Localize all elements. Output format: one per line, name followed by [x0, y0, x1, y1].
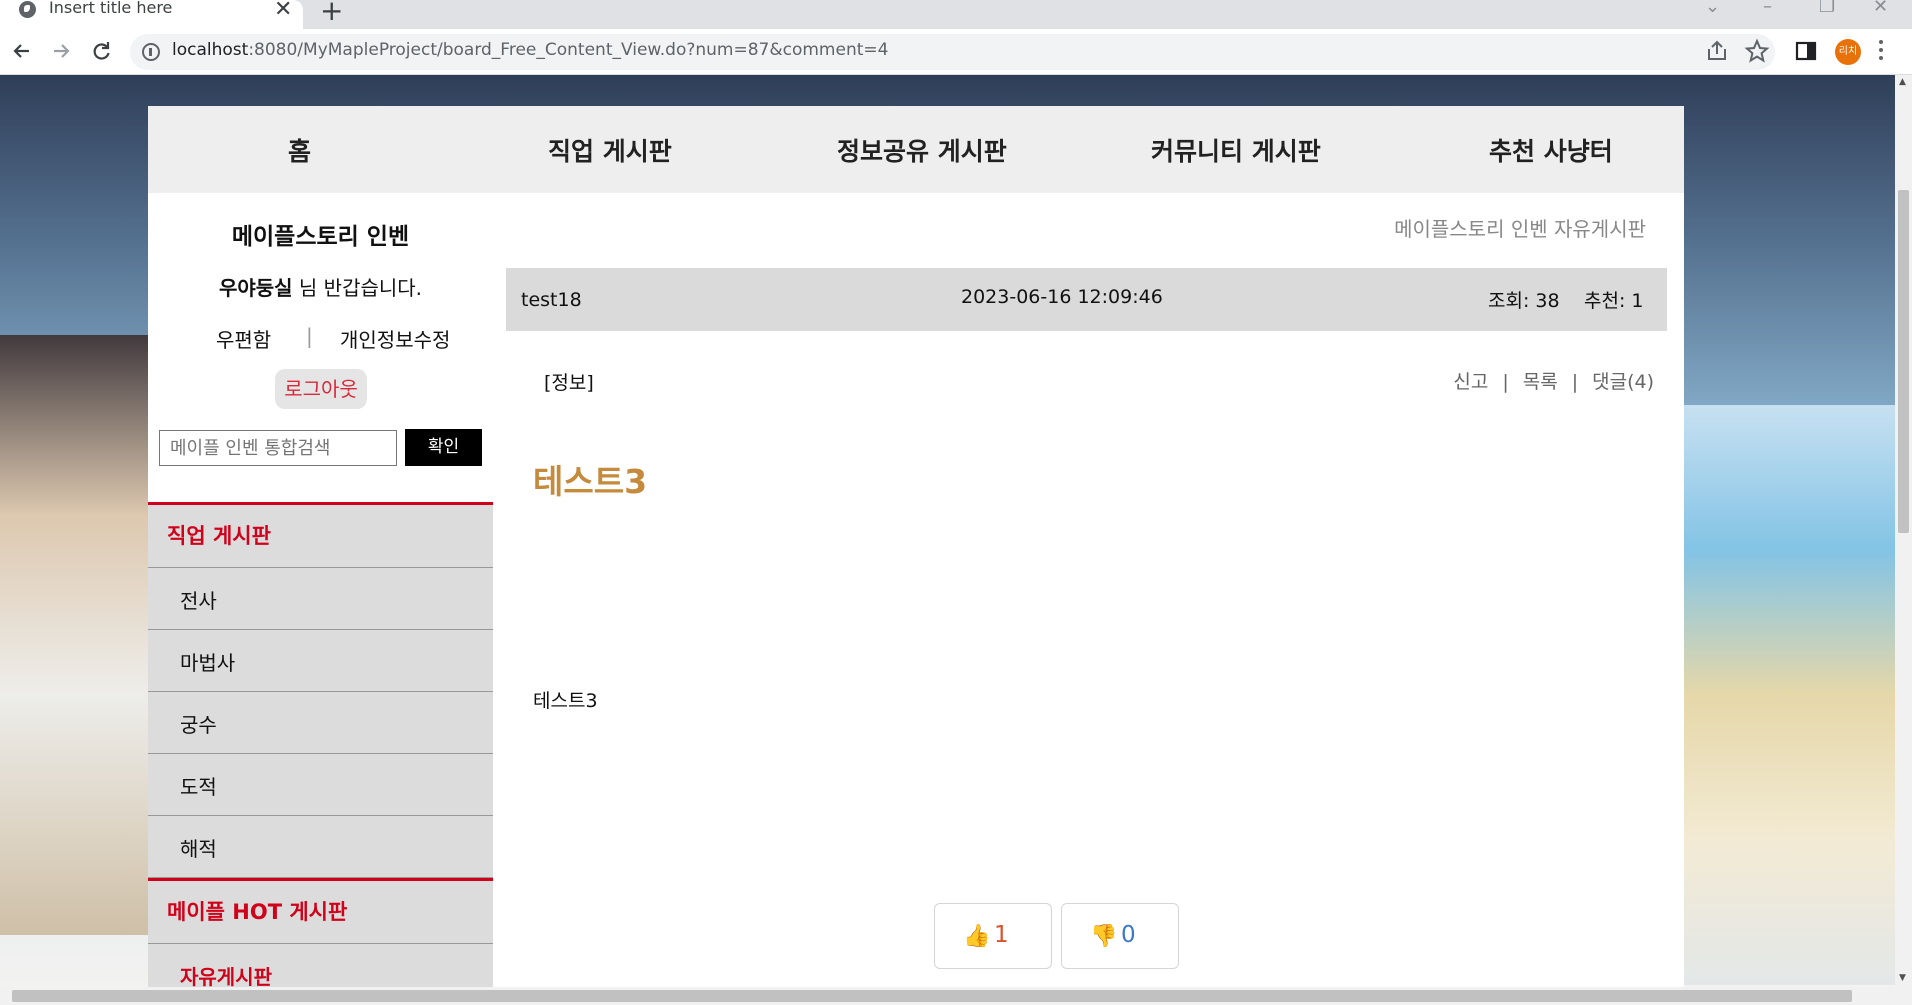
comments-link[interactable]: 댓글(4) — [1592, 371, 1654, 393]
menu-item-thief[interactable]: 도적 — [148, 754, 493, 816]
browser-tab[interactable]: Insert title here ✕ — [0, 0, 303, 29]
site-info-icon[interactable] — [142, 43, 160, 61]
upvote-count: 1 — [994, 922, 1009, 948]
tab-title: Insert title here — [49, 0, 173, 17]
username: 우야둥실 — [218, 276, 293, 300]
post-category: [정보] — [544, 372, 594, 394]
search-button[interactable]: 확인 — [405, 429, 482, 466]
back-icon[interactable] — [8, 37, 36, 65]
post-title: 테스트3 — [533, 462, 648, 501]
user-greeting: 우야둥실 님 반갑습니다. — [148, 272, 493, 301]
link-separator: | — [306, 324, 313, 348]
main-nav: 홈 직업 게시판 정보공유 게시판 커뮤니티 게시판 추천 사냥터 — [148, 106, 1684, 193]
search-input[interactable] — [159, 430, 397, 466]
menu-item-free-board[interactable]: 자유게시판 — [148, 944, 493, 987]
url-path: :8080/MyMapleProject/board_Free_Content_… — [248, 40, 889, 60]
greeting-text: 님 반갑습니다. — [292, 276, 423, 300]
vertical-scrollbar[interactable]: ▲ ▼ — [1895, 75, 1912, 987]
post-author: test18 — [521, 289, 582, 311]
browser-tab-strip: Insert title here ✕ + ⌄ – ❐ ✕ — [0, 0, 1912, 29]
action-separator: | — [1571, 371, 1579, 393]
menu-job-board[interactable]: 직업 게시판 — [148, 502, 493, 568]
menu-hot-board[interactable]: 메이플 HOT 게시판 — [148, 878, 493, 944]
side-panel-icon[interactable] — [1792, 37, 1820, 65]
nav-job-board[interactable]: 직업 게시판 — [548, 132, 672, 168]
menu-item-archer[interactable]: 궁수 — [148, 692, 493, 754]
browser-toolbar: localhost:8080/MyMapleProject/board_Free… — [0, 29, 1912, 75]
logout-button[interactable]: 로그아웃 — [275, 369, 367, 409]
report-link[interactable]: 신고 — [1453, 371, 1488, 393]
menu-item-pirate[interactable]: 해적 — [148, 816, 493, 878]
list-link[interactable]: 목록 — [1523, 371, 1558, 393]
downvote-button[interactable]: 👎 0 — [1061, 903, 1179, 969]
minimize-icon[interactable]: – — [1763, 0, 1772, 17]
mailbox-link[interactable]: 우편함 — [216, 324, 271, 353]
downvote-count: 0 — [1121, 922, 1136, 948]
close-tab-icon[interactable]: ✕ — [274, 0, 292, 22]
globe-icon — [19, 1, 36, 18]
post-body: 테스트3 — [533, 690, 598, 712]
menu-item-warrior[interactable]: 전사 — [148, 568, 493, 630]
forward-icon[interactable] — [47, 37, 75, 65]
palace-artwork — [1680, 405, 1895, 985]
horizontal-scrollbar[interactable] — [0, 987, 1912, 1005]
recommend-count: 추천: 1 — [1584, 290, 1644, 312]
character-artwork — [0, 335, 150, 935]
window-close-icon[interactable]: ✕ — [1873, 0, 1888, 17]
restore-icon[interactable]: ❐ — [1819, 0, 1835, 17]
scroll-down-icon[interactable]: ▼ — [1899, 973, 1906, 983]
user-links: 우편함 | 개인정보수정 — [148, 324, 493, 354]
thumbs-down-icon: 👎 — [1090, 924, 1118, 949]
action-separator: | — [1502, 371, 1509, 393]
site-container: 홈 직업 게시판 정보공유 게시판 커뮤니티 게시판 추천 사냥터 메이플스토리… — [148, 106, 1684, 987]
url-text: localhost:8080/MyMapleProject/board_Free… — [172, 40, 888, 60]
new-tab-button[interactable]: + — [320, 0, 343, 27]
thumbs-up-icon: 👍 — [963, 924, 991, 949]
board-name[interactable]: 메이플스토리 인벤 자유게시판 — [1394, 213, 1646, 242]
post-date: 2023-06-16 12:09:46 — [961, 286, 1163, 308]
sidebar: 메이플스토리 인벤 우야둥실 님 반갑습니다. 우편함 | 개인정보수정 로그아… — [148, 193, 493, 987]
bookmark-star-icon[interactable] — [1743, 37, 1771, 65]
nav-hunting-board[interactable]: 추천 사냥터 — [1489, 132, 1613, 168]
horizontal-scroll-thumb[interactable] — [12, 990, 1852, 1002]
view-count: 조회: 38 — [1488, 290, 1560, 312]
browser-menu-icon[interactable] — [1879, 40, 1883, 64]
menu-item-magician[interactable]: 마법사 — [148, 630, 493, 692]
reload-icon[interactable] — [87, 37, 115, 65]
address-bar[interactable]: localhost:8080/MyMapleProject/board_Free… — [130, 34, 1775, 70]
nav-community-board[interactable]: 커뮤니티 게시판 — [1151, 132, 1321, 168]
url-host: localhost — [172, 40, 249, 60]
post-meta-bar: test18 2023-06-16 12:09:46 조회: 38 추천: 1 — [506, 268, 1667, 331]
post-actions: 신고 | 목록 | 댓글(4) — [1453, 367, 1654, 394]
nav-info-board[interactable]: 정보공유 게시판 — [837, 132, 1007, 168]
site-title[interactable]: 메이플스토리 인벤 — [148, 217, 493, 251]
tab-search-icon[interactable]: ⌄ — [1705, 0, 1720, 17]
scroll-up-icon[interactable]: ▲ — [1899, 77, 1906, 87]
share-icon[interactable] — [1703, 37, 1731, 65]
vertical-scroll-thumb[interactable] — [1898, 190, 1909, 533]
nav-home[interactable]: 홈 — [288, 132, 311, 168]
post-view: 메이플스토리 인벤 자유게시판 test18 2023-06-16 12:09:… — [493, 193, 1684, 987]
profile-avatar[interactable]: 리치 — [1835, 39, 1861, 65]
upvote-button[interactable]: 👍 1 — [934, 903, 1052, 969]
edit-profile-link[interactable]: 개인정보수정 — [340, 324, 450, 353]
